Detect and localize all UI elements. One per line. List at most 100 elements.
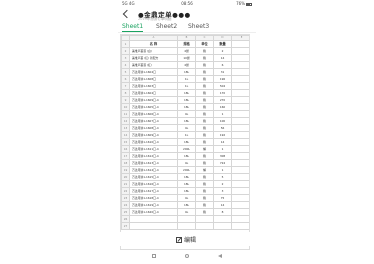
cell-qty[interactable]: 56: [213, 124, 232, 132]
cell-name[interactable]: 万达月饼1-1607口-4: [129, 117, 178, 125]
cell-unit[interactable]: 箱: [195, 75, 214, 83]
tab-sheet2[interactable]: Sheet2: [156, 23, 177, 31]
empty-cell[interactable]: [231, 166, 249, 174]
cell-spec[interactable]: 4L: [177, 194, 196, 202]
cell-spec[interactable]: 18L: [177, 103, 196, 111]
empty-cell[interactable]: [231, 103, 249, 111]
row-number[interactable]: 3: [121, 54, 130, 62]
cell-qty[interactable]: 504: [213, 82, 232, 90]
home-icon[interactable]: [185, 254, 189, 258]
cell-name[interactable]: 美维芦荟液 (白): [129, 47, 178, 55]
empty-cell[interactable]: [231, 68, 249, 76]
row-number[interactable]: 14: [121, 131, 130, 139]
row-number[interactable]: 11: [121, 110, 130, 118]
row-number[interactable]: 18: [121, 159, 130, 167]
empty-cell[interactable]: [231, 180, 249, 188]
cell-spec[interactable]: [177, 215, 196, 223]
cell-qty[interactable]: 31: [213, 68, 232, 76]
cell-unit[interactable]: 箱: [195, 159, 214, 167]
cell-unit[interactable]: 箱: [195, 54, 214, 62]
row-number[interactable]: 5: [121, 68, 130, 76]
empty-cell[interactable]: [231, 131, 249, 139]
row-number[interactable]: 6: [121, 75, 130, 83]
cell-unit[interactable]: 箱: [195, 152, 214, 160]
cell-unit[interactable]: 箱: [195, 103, 214, 111]
cell-unit[interactable]: 箱: [195, 180, 214, 188]
cell-unit[interactable]: [195, 222, 214, 230]
cell-spec[interactable]: 18L: [177, 68, 196, 76]
cell-name[interactable]: 万达月饼1-1613口-4: [129, 159, 178, 167]
cell-unit[interactable]: 箱: [195, 68, 214, 76]
cell-qty[interactable]: 6: [213, 61, 232, 69]
cell-name[interactable]: 万达月饼1-1604口: [129, 68, 178, 76]
empty-cell[interactable]: [231, 124, 249, 132]
cell-spec[interactable]: 200L: [177, 166, 196, 174]
cell-unit[interactable]: 桶: [195, 166, 214, 174]
cell-name[interactable]: [129, 222, 178, 230]
row-number[interactable]: 2: [121, 47, 130, 55]
cell-name[interactable]: 万达月饼1-1610口-4: [129, 138, 178, 146]
row-number[interactable]: 17: [121, 152, 130, 160]
cell-name[interactable]: 万达月饼1-1612口-4: [129, 152, 178, 160]
row-number[interactable]: 25: [121, 208, 130, 216]
cell-unit[interactable]: 箱: [195, 138, 214, 146]
cell-qty[interactable]: 192: [213, 131, 232, 139]
empty-cell[interactable]: [231, 61, 249, 69]
cell-unit[interactable]: 箱: [195, 89, 214, 97]
cell-name[interactable]: 万达月饼1-1609口-4: [129, 96, 178, 104]
row-number[interactable]: 27: [121, 222, 130, 230]
row-number[interactable]: 8: [121, 89, 130, 97]
cell-spec[interactable]: 18L: [177, 96, 196, 104]
cell-name[interactable]: [129, 215, 178, 223]
row-number[interactable]: 24: [121, 201, 130, 209]
header-cell-qty[interactable]: 数量: [213, 40, 232, 48]
cell-qty[interactable]: 170: [213, 89, 232, 97]
cell-qty[interactable]: 724: [213, 159, 232, 167]
cell-name[interactable]: 万达月饼1-1619口-4: [129, 201, 178, 209]
empty-cell[interactable]: [231, 47, 249, 55]
cell-spec[interactable]: 18L: [177, 89, 196, 97]
cell-name[interactable]: 万达月饼1-1604口: [129, 89, 178, 97]
cell-qty[interactable]: 100: [213, 117, 232, 125]
recent-apps-icon[interactable]: [152, 254, 156, 258]
cell-unit[interactable]: 箱: [195, 131, 214, 139]
cell-qty[interactable]: [213, 215, 232, 223]
cell-qty[interactable]: 14: [213, 201, 232, 209]
cell-name[interactable]: 万达月饼1-1617口-4: [129, 187, 178, 195]
row-number[interactable]: 13: [121, 124, 130, 132]
system-back-icon[interactable]: [218, 254, 222, 258]
empty-cell[interactable]: [231, 194, 249, 202]
header-cell-name[interactable]: 名 称: [129, 40, 178, 48]
cell-qty[interactable]: 8: [213, 208, 232, 216]
tab-sheet1[interactable]: Sheet1: [122, 23, 144, 32]
row-number[interactable]: 20: [121, 173, 130, 181]
cell-unit[interactable]: 箱: [195, 201, 214, 209]
cell-qty[interactable]: 5: [213, 173, 232, 181]
cell-spec[interactable]: 1L: [177, 75, 196, 83]
empty-cell[interactable]: [231, 89, 249, 97]
cell-spec[interactable]: 18L: [177, 180, 196, 188]
cell-qty[interactable]: 196: [213, 75, 232, 83]
cell-unit[interactable]: 箱: [195, 173, 214, 181]
cell-qty[interactable]: [213, 222, 232, 230]
cell-name[interactable]: 美维芦荟液 (红): [129, 61, 178, 69]
cell-unit[interactable]: 箱: [195, 96, 214, 104]
empty-cell[interactable]: [231, 187, 249, 195]
empty-cell[interactable]: [231, 159, 249, 167]
empty-cell[interactable]: [231, 110, 249, 118]
cell-unit[interactable]: 箱: [195, 82, 214, 90]
row-number[interactable]: 26: [121, 215, 130, 223]
cell-qty[interactable]: 2: [213, 47, 232, 55]
cell-name[interactable]: 万达月饼1-1618口-4: [129, 194, 178, 202]
cell-qty[interactable]: 75: [213, 194, 232, 202]
cell-spec[interactable]: 18L: [177, 152, 196, 160]
cell-spec[interactable]: 4L: [177, 124, 196, 132]
cell-name[interactable]: 万达月饼1-1611口-4: [129, 145, 178, 153]
edit-button[interactable]: 编辑: [176, 235, 196, 244]
cell-name[interactable]: 万达月饼1-1614口-4: [129, 166, 178, 174]
cell-spec[interactable]: 18L: [177, 138, 196, 146]
cell-unit[interactable]: 箱: [195, 208, 214, 216]
header-cell-unit[interactable]: 单位: [195, 40, 214, 48]
cell-name[interactable]: 万达月饼1-1615口-4: [129, 173, 178, 181]
cell-unit[interactable]: 箱: [195, 194, 214, 202]
